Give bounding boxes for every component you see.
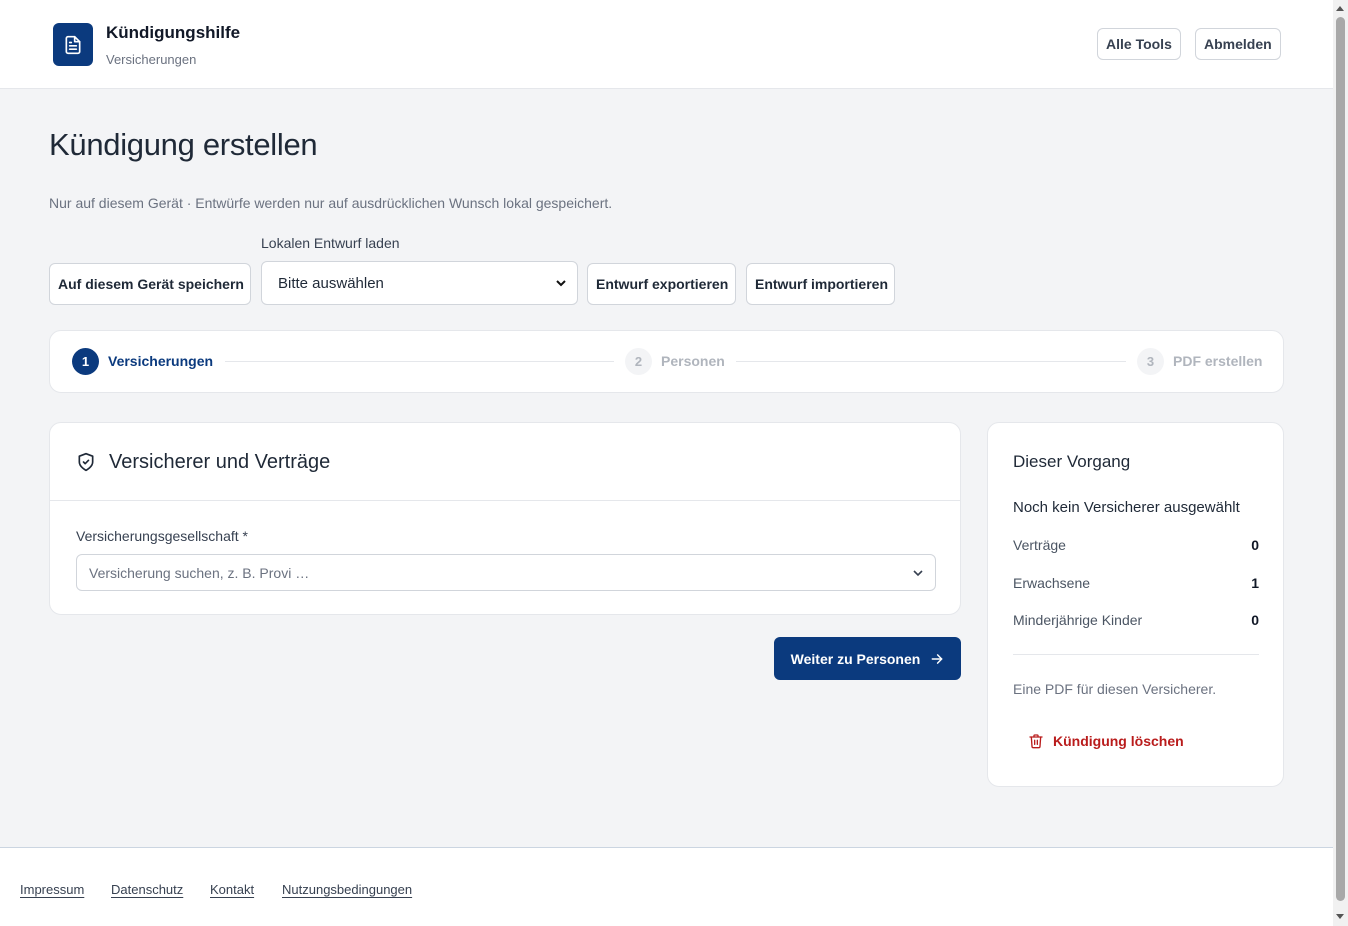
step-1-number[interactable]: 1: [72, 348, 99, 375]
export-draft-button[interactable]: Entwurf exportieren: [587, 263, 736, 305]
insurer-search-combobox[interactable]: Versicherung suchen, z. B. Provi …: [76, 554, 936, 591]
delete-termination-button[interactable]: Kündigung löschen: [1028, 729, 1184, 753]
summary-status: Noch kein Versicherer ausgewählt: [1013, 499, 1240, 516]
shield-check-icon: [78, 452, 94, 472]
scroll-up-arrow[interactable]: [1336, 6, 1344, 11]
stat-row: Erwachsene 1: [1013, 575, 1259, 595]
stat-value: 0: [1251, 612, 1259, 628]
privacy-note: Nur auf diesem Gerät · Entwürfe werden n…: [49, 195, 613, 211]
arrow-right-icon: [931, 653, 943, 664]
divider: [1013, 654, 1259, 655]
app-subtitle: Versicherungen: [106, 52, 197, 67]
import-draft-button[interactable]: Entwurf importieren: [746, 263, 895, 305]
stat-label: Minderjährige Kinder: [1013, 612, 1143, 628]
step-3-number[interactable]: 3: [1137, 348, 1164, 375]
insurer-card-title: Versicherer und Verträge: [109, 451, 331, 473]
summary-title: Dieser Vorgang: [1013, 452, 1131, 471]
next-to-persons-button[interactable]: Weiter zu Personen: [774, 637, 961, 680]
stat-row: Verträge 0: [1013, 537, 1259, 557]
stat-value: 1: [1251, 575, 1259, 591]
all-tools-button[interactable]: Alle Tools: [1097, 28, 1181, 60]
document-icon: [65, 35, 81, 54]
summary-card: Dieser Vorgang Noch kein Versicherer aus…: [987, 422, 1284, 787]
app-header: Kündigungshilfe Versicherungen Alle Tool…: [0, 0, 1333, 89]
page-title: Kündigung erstellen: [49, 127, 318, 162]
logout-button[interactable]: Abmelden: [1195, 28, 1281, 60]
load-draft-label: Lokalen Entwurf laden: [261, 235, 400, 251]
footer-link-impressum[interactable]: Impressum: [20, 882, 84, 897]
insurer-field-label: Versicherungsgesellschaft *: [76, 528, 248, 544]
stat-row: Minderjährige Kinder 0: [1013, 612, 1259, 632]
footer: Impressum Datenschutz Kontakt Nutzungsbe…: [0, 847, 1333, 926]
chevron-down-icon: [913, 570, 923, 577]
chevron-down-icon: [556, 280, 566, 287]
step-connector: [225, 361, 614, 362]
footer-link-kontakt[interactable]: Kontakt: [210, 882, 254, 897]
next-button-label: Weiter zu Personen: [790, 650, 921, 667]
step-2-label[interactable]: Personen: [661, 353, 725, 369]
step-2-number[interactable]: 2: [625, 348, 652, 375]
step-3-label[interactable]: PDF erstellen: [1173, 353, 1262, 369]
stat-value: 0: [1251, 537, 1259, 553]
summary-note: Eine PDF für diesen Versicherer.: [1013, 681, 1217, 697]
scroll-thumb[interactable]: [1336, 17, 1345, 901]
load-draft-selected: Bitte auswählen: [278, 274, 384, 292]
trash-icon: [1029, 734, 1043, 749]
stat-label: Verträge: [1013, 537, 1066, 553]
footer-link-datenschutz[interactable]: Datenschutz: [111, 882, 183, 897]
insurer-search-placeholder: Versicherung suchen, z. B. Provi …: [89, 564, 310, 581]
insurer-card-header: Versicherer und Verträge: [50, 423, 960, 501]
scroll-down-arrow[interactable]: [1336, 914, 1344, 919]
step-connector: [736, 361, 1126, 362]
insurer-card: Versicherer und Verträge Versicherungsge…: [49, 422, 961, 615]
app: Kündigungshilfe Versicherungen Alle Tool…: [0, 0, 1333, 926]
page-scrollbar[interactable]: [1333, 0, 1348, 926]
footer-link-nutzungsbedingungen[interactable]: Nutzungsbedingungen: [282, 882, 412, 897]
stat-label: Erwachsene: [1013, 575, 1091, 591]
progress-stepper: 1 Versicherungen 2 Personen 3 PDF erstel…: [49, 330, 1284, 393]
app-logo: [53, 23, 93, 66]
delete-label: Kündigung löschen: [1053, 733, 1184, 749]
save-draft-button[interactable]: Auf diesem Gerät speichern: [49, 263, 251, 305]
app-title: Kündigungshilfe: [106, 23, 241, 42]
step-1-label[interactable]: Versicherungen: [108, 353, 213, 369]
load-draft-select[interactable]: Bitte auswählen: [261, 261, 578, 305]
